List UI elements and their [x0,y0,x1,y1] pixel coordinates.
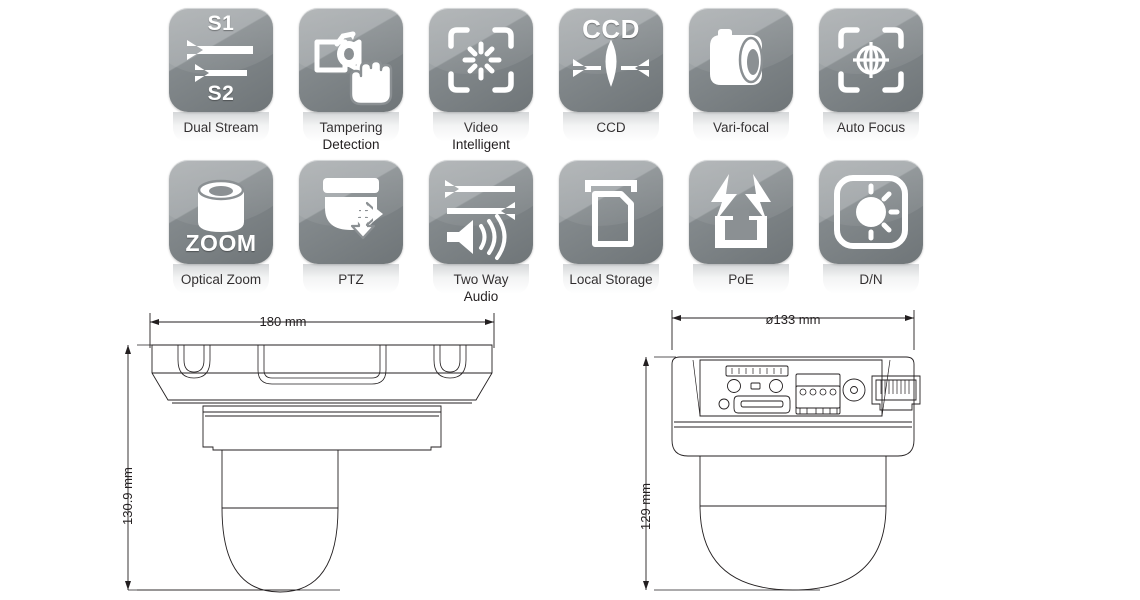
tile-reflection [823,264,919,294]
feature-icon-grid: S1 S2 Dual Stream [0,0,1140,310]
vari-focal-lens-icon [689,8,793,112]
tile-reflection [823,112,919,142]
ccd-glyph: CCD [582,14,640,44]
feature-two-way-audio[interactable]: Two Way Audio [416,160,546,305]
dual-stream-bottom-glyph: S2 [207,82,235,105]
optical-zoom-icon: ZOOM [169,160,273,264]
tile-reflection [173,264,269,294]
feature-tampering-detection[interactable]: Tampering Detection [286,8,416,153]
tile-reflection [303,112,399,142]
feature-tile[interactable] [819,160,923,294]
feature-tile[interactable]: S1 S2 [169,8,273,142]
front-view-width-label: 180 mm [259,314,307,329]
feature-video-intelligent[interactable]: Video Intelligent [416,8,546,153]
dual-stream-top-glyph: S1 [207,12,235,35]
feature-tile[interactable]: ZOOM [169,160,273,294]
feature-tile[interactable]: CCD [559,8,663,142]
tile-reflection [563,112,659,142]
tile-reflection [173,112,269,142]
side-view-width-label: ø133 mm [765,312,821,327]
feature-dual-stream[interactable]: S1 S2 Dual Stream [156,8,286,142]
side-view-height-label: 129 mm [638,483,653,530]
tile-reflection [433,264,529,294]
feature-ccd[interactable]: CCD CCD [546,8,676,142]
tile-reflection [563,264,659,294]
optical-zoom-glyph: ZOOM [185,230,257,256]
tampering-detection-icon [299,8,403,112]
feature-tile[interactable] [819,8,923,142]
feature-tile[interactable] [429,160,533,294]
tile-reflection [303,264,399,294]
ccd-icon: CCD [559,8,663,112]
feature-optical-zoom[interactable]: ZOOM Optical Zoom [156,160,286,294]
feature-day-night[interactable]: D/N [806,160,936,294]
day-night-icon [819,160,923,264]
ptz-icon [299,160,403,264]
feature-ptz[interactable]: PTZ [286,160,416,294]
tile-reflection [433,112,529,142]
feature-tile[interactable] [299,160,403,294]
feature-vari-focal[interactable]: Vari-focal [676,8,806,142]
local-storage-sd-card-icon [559,160,663,264]
feature-tile[interactable] [299,8,403,142]
poe-icon [689,160,793,264]
feature-tile[interactable] [689,8,793,142]
feature-tile[interactable] [559,160,663,294]
tile-reflection [693,264,789,294]
feature-auto-focus[interactable]: Auto Focus [806,8,936,142]
dual-stream-icon: S1 S2 [169,8,273,112]
feature-tile[interactable] [689,160,793,294]
feature-poe[interactable]: PoE [676,160,806,294]
two-way-audio-icon [429,160,533,264]
auto-focus-icon [819,8,923,112]
front-view-height-label: 130.9 mm [120,467,135,525]
dimension-drawings: 180 mm 130.9 mm ø133 mm 129 mm [0,300,1140,600]
tile-reflection [693,112,789,142]
feature-tile[interactable] [429,8,533,142]
feature-local-storage[interactable]: Local Storage [546,160,676,294]
video-intelligent-icon [429,8,533,112]
